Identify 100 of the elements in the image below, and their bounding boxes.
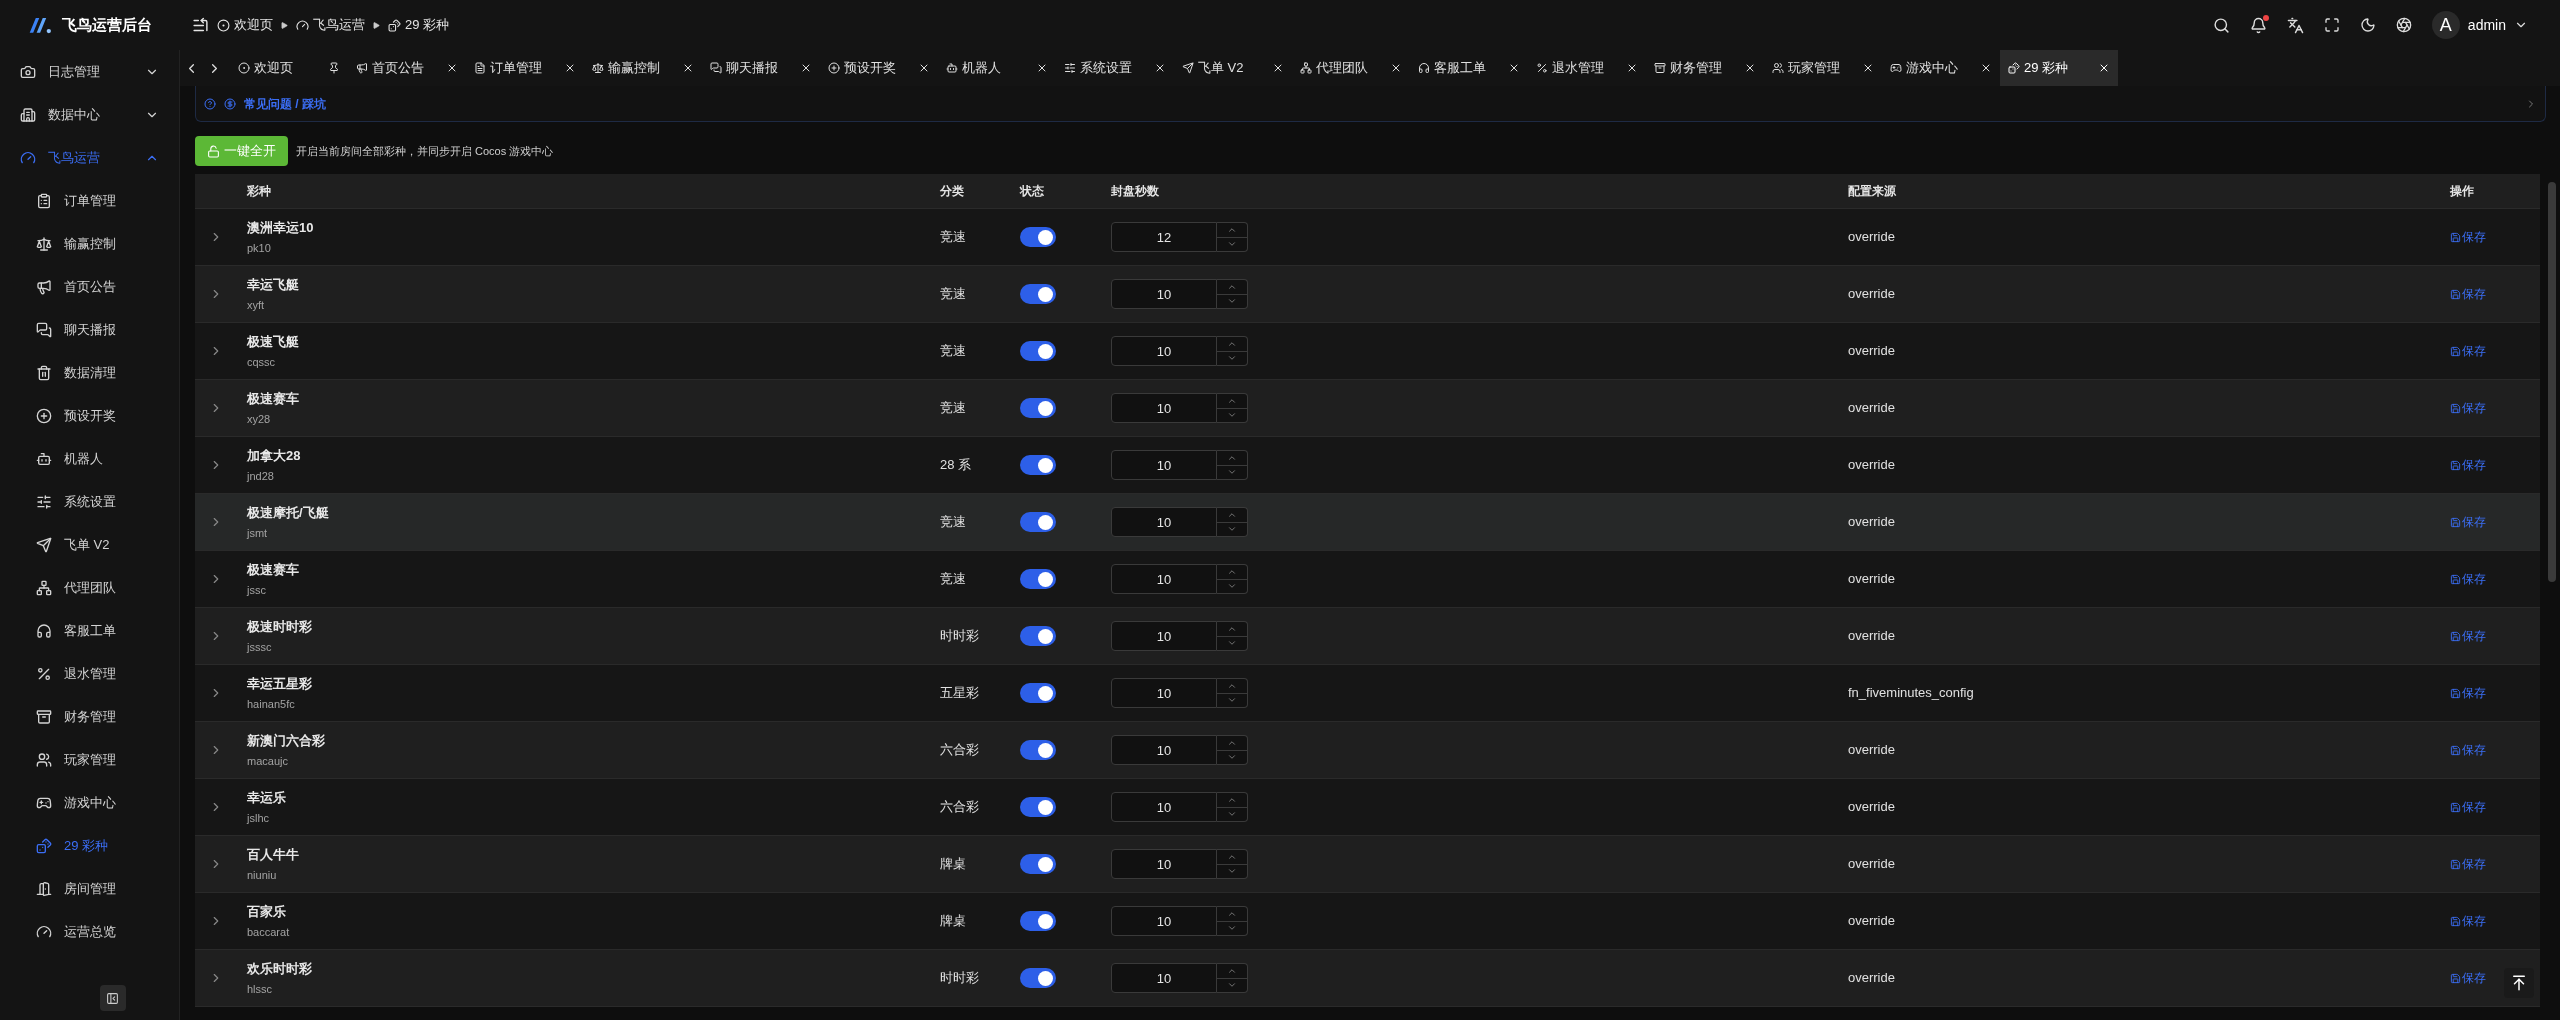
save-link[interactable]: 保存 [2450,285,2540,303]
sidebar-item[interactable]: 29 彩种 [0,824,179,867]
avatar[interactable]: A [2431,11,2460,39]
seconds-field[interactable]: 10 [1111,963,1217,993]
fullscreen-icon[interactable] [2323,17,2340,33]
close-icon[interactable] [1626,62,1638,74]
table-row[interactable]: 幸运五星彩 hainan5fc 五星彩 10 fn_fiveminutes_config 保存 [195,665,2540,722]
save-link[interactable]: 保存 [2450,684,2540,702]
tab[interactable]: 机器人 [938,50,1056,86]
close-icon[interactable] [1862,62,1874,74]
seconds-field[interactable]: 10 [1111,279,1217,309]
table-row[interactable]: 加拿大28 jnd28 28 系 10 override 保存 [195,437,2540,494]
status-toggle[interactable] [1020,284,1056,304]
save-link[interactable]: 保存 [2450,912,2540,930]
status-toggle[interactable] [1020,341,1056,361]
aperture-icon[interactable] [2395,17,2412,33]
table-row[interactable]: 极速赛车 jssc 竞速 10 override 保存 [195,551,2540,608]
table-row[interactable]: 幸运飞艇 xyft 竞速 10 override 保存 [195,266,2540,323]
save-link[interactable]: 保存 [2450,342,2540,360]
close-icon[interactable] [918,62,930,74]
seconds-field[interactable]: 10 [1111,735,1217,765]
close-icon[interactable] [1980,62,1992,74]
close-icon[interactable] [1744,62,1756,74]
table-row[interactable]: 极速赛车 xy28 竞速 10 override 保存 [195,380,2540,437]
seconds-field[interactable]: 10 [1111,564,1217,594]
tab[interactable]: 玩家管理 [1764,50,1882,86]
close-icon[interactable] [1508,62,1520,74]
status-toggle[interactable] [1020,683,1056,703]
sidebar-item[interactable]: 飞单 V2 [0,523,179,566]
seconds-field[interactable]: 10 [1111,792,1217,822]
seconds-field[interactable]: 10 [1111,849,1217,879]
seconds-field[interactable]: 10 [1111,450,1217,480]
tab[interactable]: 聊天播报 [702,50,820,86]
tab[interactable]: 财务管理 [1646,50,1764,86]
save-link[interactable]: 保存 [2450,570,2540,588]
sidebar-item[interactable]: 房间管理 [0,867,179,910]
seconds-field[interactable]: 10 [1111,336,1217,366]
table-row[interactable]: 幸运乐 jslhc 六合彩 10 override 保存 [195,779,2540,836]
back-to-top-button[interactable] [2504,968,2534,998]
sidebar-item[interactable]: 运营总览 [0,910,179,953]
tab[interactable]: 系统设置 [1056,50,1174,86]
save-link[interactable]: 保存 [2450,969,2540,987]
search-icon[interactable] [2212,16,2230,34]
breadcrumb-link[interactable]: 飞鸟运营 [313,15,365,35]
sidebar-item[interactable]: 首页公告 [0,265,179,308]
sidebar-item[interactable]: 聊天播报 [0,308,179,351]
save-link[interactable]: 保存 [2450,399,2540,417]
breadcrumb-link[interactable]: 欢迎页 [234,15,273,35]
collapse-sidebar-button[interactable] [99,985,126,1011]
close-icon[interactable] [1390,62,1402,74]
status-toggle[interactable] [1020,455,1056,475]
sidebar-item[interactable]: 预设开奖 [0,394,179,437]
save-link[interactable]: 保存 [2450,798,2540,816]
breadcrumb-link[interactable]: 29 彩种 [405,15,450,35]
status-toggle[interactable] [1020,854,1056,874]
close-icon[interactable] [1036,62,1048,74]
sidebar-item[interactable]: 代理团队 [0,566,179,609]
faq-link[interactable]: 常见问题 / 踩坑 [244,94,326,113]
scrollbar[interactable] [2548,182,2556,582]
close-icon[interactable] [1272,62,1284,74]
seconds-field[interactable]: 10 [1111,906,1217,936]
save-link[interactable]: 保存 [2450,456,2540,474]
sidebar-item[interactable]: 退水管理 [0,652,179,695]
tab[interactable]: 客服工单 [1410,50,1528,86]
user-name[interactable]: admin [2467,14,2506,36]
save-link[interactable]: 保存 [2450,855,2540,873]
close-icon[interactable] [1154,62,1166,74]
status-toggle[interactable] [1020,569,1056,589]
sidebar-item[interactable]: 玩家管理 [0,738,179,781]
notification-button[interactable] [2249,16,2267,34]
tab[interactable]: 飞单 V2 [1174,50,1292,86]
table-row[interactable]: 欢乐时时彩 hlssc 时时彩 10 override 保存 [195,950,2540,1007]
moon-icon[interactable] [2359,17,2376,33]
close-icon[interactable] [564,62,576,74]
tab[interactable]: 订单管理 [466,50,584,86]
table-row[interactable]: 澳洲幸运10 pk10 竞速 12 override 保存 [195,209,2540,266]
sidebar-group[interactable]: 飞鸟运营 [0,136,179,179]
tab[interactable]: 退水管理 [1528,50,1646,86]
status-toggle[interactable] [1020,740,1056,760]
close-icon[interactable] [682,62,694,74]
status-toggle[interactable] [1020,968,1056,988]
status-toggle[interactable] [1020,227,1056,247]
seconds-field[interactable]: 10 [1111,507,1217,537]
sidebar-group[interactable]: 日志管理 [0,50,179,93]
sidebar-item[interactable]: 系统设置 [0,480,179,523]
table-row[interactable]: 百人牛牛 niuniu 牌桌 10 override 保存 [195,836,2540,893]
table-row[interactable]: 百家乐 baccarat 牌桌 10 override 保存 [195,893,2540,950]
sidebar-group[interactable]: 数据中心 [0,93,179,136]
save-link[interactable]: 保存 [2450,741,2540,759]
tab[interactable]: 首页公告 [348,50,466,86]
tab[interactable]: 29 彩种 [2000,50,2118,86]
translate-icon[interactable] [2286,16,2304,34]
tab[interactable]: 输赢控制 [584,50,702,86]
favorite-list-icon[interactable] [192,16,209,34]
sidebar-item[interactable]: 财务管理 [0,695,179,738]
sidebar-item[interactable]: 订单管理 [0,179,179,222]
tab[interactable]: 欢迎页 [230,50,348,86]
close-icon[interactable] [2098,62,2110,74]
tab[interactable]: 预设开奖 [820,50,938,86]
save-link[interactable]: 保存 [2450,627,2540,645]
